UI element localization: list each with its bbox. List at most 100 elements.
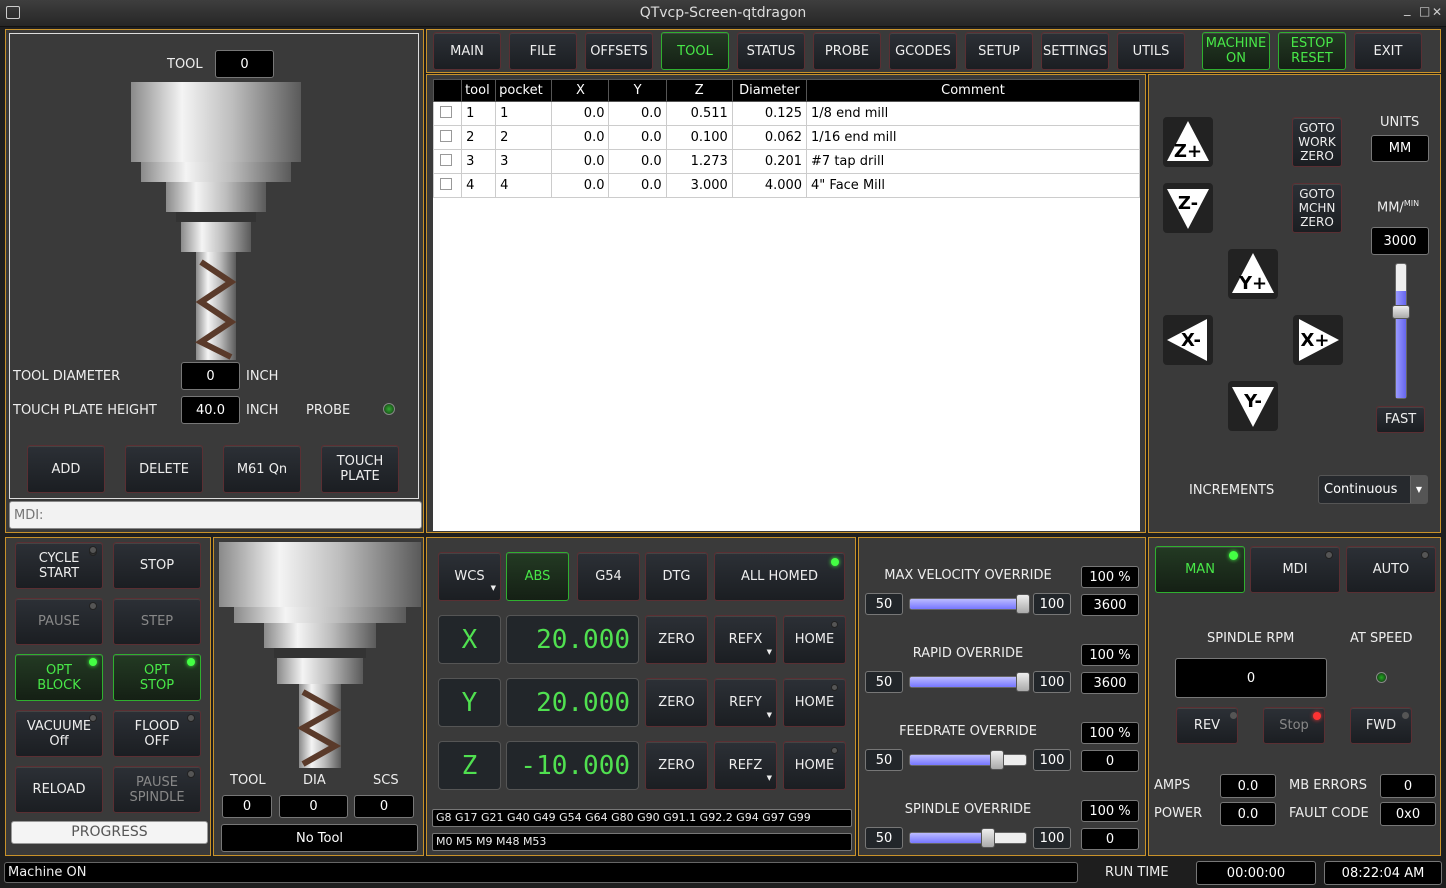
override-max-button[interactable]: 100 [1033, 671, 1071, 693]
axis-x-dro[interactable]: 20.000 [506, 615, 639, 664]
table-cell[interactable]: 2 [495, 125, 553, 150]
column-header[interactable]: tool [461, 79, 497, 102]
column-header[interactable]: Diameter [731, 79, 808, 102]
table-cell[interactable]: 4" Face Mill [806, 173, 1140, 198]
override-min-button[interactable]: 50 [865, 749, 903, 771]
jog-rate-field[interactable]: 3000 [1371, 227, 1429, 255]
override-max-button[interactable]: 100 [1033, 827, 1071, 849]
tool-number-field[interactable]: 0 [215, 50, 274, 78]
jog-x-minus-button[interactable]: X- [1163, 315, 1213, 365]
tool-diameter-field[interactable]: 0 [181, 362, 240, 390]
table-cell[interactable]: 0.0 [608, 125, 667, 150]
table-cell[interactable]: #7 tap drill [806, 149, 1140, 174]
row-checkbox[interactable] [432, 149, 463, 174]
m61-button[interactable]: M61 Qn [223, 445, 301, 493]
column-header[interactable]: X [551, 79, 610, 102]
nav-probe-button[interactable]: PROBE [813, 32, 881, 70]
axis-z-dro[interactable]: -10.000 [506, 741, 639, 790]
reload-button[interactable]: RELOAD [15, 766, 103, 813]
row-checkbox[interactable] [432, 125, 463, 150]
delete-tool-button[interactable]: DELETE [125, 445, 203, 493]
table-cell[interactable]: 0.062 [731, 125, 808, 150]
ref-y-button[interactable]: REFY ▼ [714, 678, 777, 727]
wcs-button[interactable]: WCS ▼ [438, 552, 501, 601]
nav-offsets-button[interactable]: OFFSETS [585, 32, 653, 70]
override-slider-knob[interactable] [989, 750, 1004, 770]
fast-button[interactable]: FAST [1376, 406, 1425, 433]
touch-plate-button[interactable]: TOUCH PLATE [321, 445, 399, 493]
table-cell[interactable]: 0.0 [608, 149, 667, 174]
table-cell[interactable]: 0.511 [665, 101, 733, 126]
estop-reset-button[interactable]: ESTOP RESET [1278, 32, 1346, 70]
jog-z-plus-button[interactable]: Z+ [1163, 117, 1213, 167]
row-checkbox[interactable] [432, 101, 463, 126]
column-header[interactable]: pocket [495, 79, 553, 102]
table-cell[interactable]: 1.273 [665, 149, 733, 174]
table-cell[interactable]: 0.0 [551, 149, 610, 174]
column-header[interactable] [432, 79, 463, 102]
table-cell[interactable]: 0.0 [551, 125, 610, 150]
table-cell[interactable]: 1/8 end mill [806, 101, 1140, 126]
column-header[interactable]: Comment [806, 79, 1140, 102]
table-cell[interactable]: 1/16 end mill [806, 125, 1140, 150]
jog-rate-slider-knob[interactable] [1392, 304, 1410, 319]
zero-x-button[interactable]: ZERO [645, 615, 708, 664]
axis-y-label-button[interactable]: Y [438, 678, 501, 727]
axis-z-label-button[interactable]: Z [438, 741, 501, 790]
jog-rate-slider[interactable] [1392, 263, 1410, 399]
table-cell[interactable]: 4 [461, 173, 497, 198]
table-cell[interactable]: 0.0 [551, 101, 610, 126]
nav-setup-button[interactable]: SETUP [965, 32, 1033, 70]
override-max-button[interactable]: 100 [1033, 593, 1071, 615]
row-checkbox[interactable] [432, 173, 463, 198]
touch-plate-height-field[interactable]: 40.0 [181, 396, 240, 424]
table-cell[interactable]: 4 [495, 173, 553, 198]
table-cell[interactable]: 0.125 [731, 101, 808, 126]
column-header[interactable]: Y [608, 79, 667, 102]
table-cell[interactable]: 3 [495, 149, 553, 174]
checkbox-icon[interactable] [440, 177, 452, 190]
table-cell[interactable]: 3 [461, 149, 497, 174]
table-cell[interactable]: 0.0 [551, 173, 610, 198]
table-row[interactable]: 4 4 0.0 0.0 3.000 4.000 4" Face Mill [432, 173, 1140, 198]
override-slider[interactable] [909, 750, 1027, 770]
nav-main-button[interactable]: MAIN [433, 32, 501, 70]
nav-status-button[interactable]: STATUS [737, 32, 805, 70]
override-slider-knob[interactable] [1016, 672, 1030, 692]
minimize-icon[interactable]: _ [1404, 2, 1411, 17]
exit-button[interactable]: EXIT [1354, 32, 1422, 70]
nav-tool-button[interactable]: TOOL [661, 32, 729, 70]
table-cell[interactable]: 1 [495, 101, 553, 126]
ref-x-button[interactable]: REFX ▼ [714, 615, 777, 664]
checkbox-icon[interactable] [440, 129, 452, 142]
goto-machine-zero-button[interactable]: GOTO MCHN ZERO [1292, 183, 1342, 233]
axis-y-dro[interactable]: 20.000 [506, 678, 639, 727]
table-cell[interactable]: 2 [461, 125, 497, 150]
close-icon[interactable]: ✕ [1432, 5, 1442, 19]
goto-work-zero-button[interactable]: GOTO WORK ZERO [1292, 117, 1342, 167]
g54-button[interactable]: G54 [577, 552, 640, 601]
checkbox-icon[interactable] [440, 105, 452, 118]
override-slider[interactable] [909, 672, 1030, 692]
table-cell[interactable]: 0.0 [608, 173, 667, 198]
override-min-button[interactable]: 50 [865, 593, 903, 615]
abs-button[interactable]: ABS [506, 552, 569, 601]
jog-y-plus-button[interactable]: Y+ [1228, 249, 1278, 299]
jog-x-plus-button[interactable]: X+ [1293, 315, 1343, 365]
table-row[interactable]: 1 1 0.0 0.0 0.511 0.125 1/8 end mill [432, 101, 1140, 126]
dtg-button[interactable]: DTG [645, 552, 708, 601]
table-cell[interactable]: 3.000 [665, 173, 733, 198]
table-cell[interactable]: 0.100 [665, 125, 733, 150]
jog-z-minus-button[interactable]: Z- [1163, 183, 1213, 233]
override-slider[interactable] [909, 828, 1027, 848]
units-field[interactable]: MM [1371, 135, 1429, 162]
override-min-button[interactable]: 50 [865, 671, 903, 693]
override-slider-knob[interactable] [980, 828, 995, 848]
override-slider[interactable] [909, 594, 1030, 614]
table-cell[interactable]: 0.201 [731, 149, 808, 174]
maximize-icon[interactable]: □ [1419, 4, 1430, 18]
mdi-input[interactable] [9, 501, 422, 529]
table-cell[interactable]: 4.000 [731, 173, 808, 198]
ref-z-button[interactable]: REFZ ▼ [714, 741, 777, 790]
table-cell[interactable]: 0.0 [608, 101, 667, 126]
